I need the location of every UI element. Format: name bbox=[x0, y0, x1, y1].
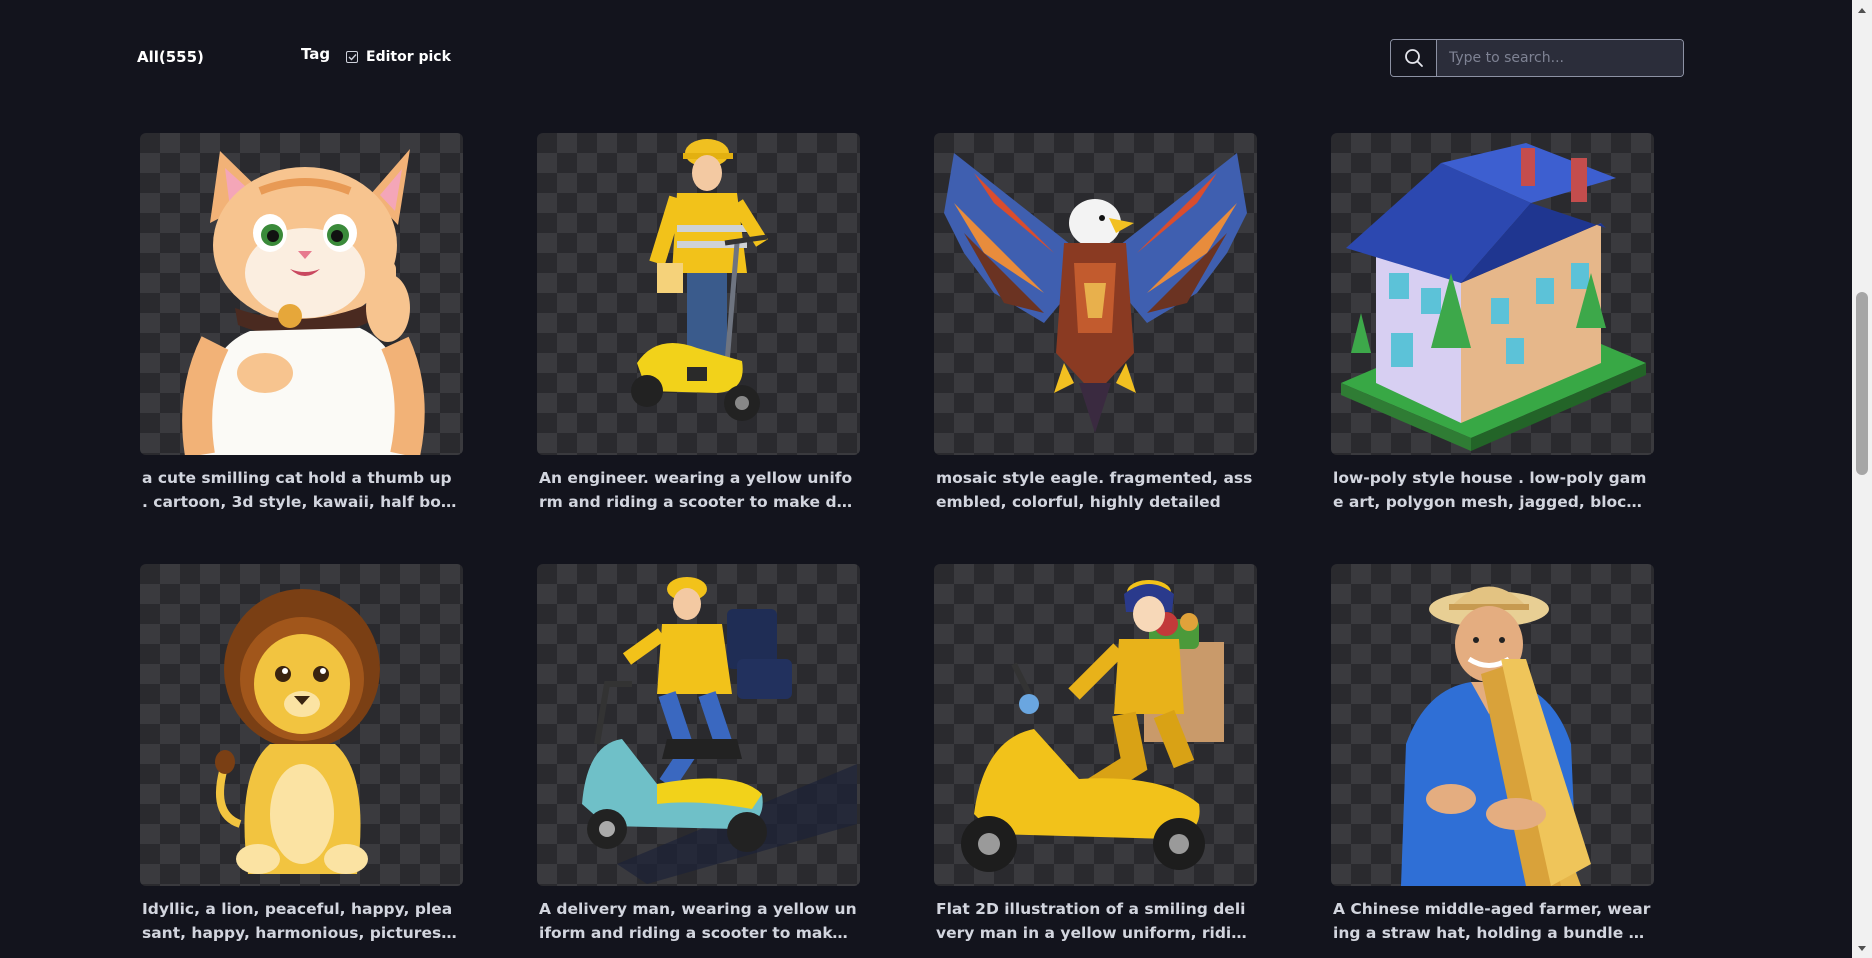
eagle-image[interactable] bbox=[934, 133, 1257, 455]
vertical-scrollbar[interactable] bbox=[1852, 0, 1872, 958]
card-caption: A Chinese middle-aged farmer, wearing a … bbox=[1333, 900, 1651, 942]
flat-delivery-illustration bbox=[961, 580, 1224, 872]
search-box bbox=[1390, 39, 1684, 77]
eagle-illustration bbox=[944, 153, 1247, 433]
image-card[interactable]: a cute smilling cat hold a thumb up . ca… bbox=[140, 133, 463, 514]
checkmark-icon bbox=[348, 54, 357, 61]
search-icon bbox=[1404, 49, 1423, 67]
delivery-scooter-illustration bbox=[582, 577, 857, 884]
card-caption: Idyllic, a lion, peaceful, happy, pleasa… bbox=[142, 900, 453, 942]
image-card[interactable]: Idyllic, a lion, peaceful, happy, pleasa… bbox=[140, 564, 463, 945]
flat-delivery-image[interactable] bbox=[934, 564, 1257, 886]
cat-illustration bbox=[182, 149, 425, 455]
lion-illustration bbox=[215, 589, 380, 874]
image-card[interactable]: low-poly style house . low-poly game art… bbox=[1331, 133, 1654, 514]
image-grid: a cute smilling cat hold a thumb up . ca… bbox=[140, 133, 1670, 945]
scrollbar-thumb[interactable] bbox=[1856, 292, 1868, 475]
image-card[interactable]: A delivery man, wearing a yellow uniform… bbox=[537, 564, 860, 945]
card-caption: A delivery man, wearing a yellow uniform… bbox=[539, 900, 857, 942]
scroll-up-arrow-icon[interactable] bbox=[1852, 2, 1872, 18]
card-caption: mosaic style eagle. fragmented, assemble… bbox=[936, 469, 1253, 511]
delivery-scooter-image[interactable] bbox=[537, 564, 860, 886]
farmer-illustration bbox=[1401, 586, 1591, 886]
search-button[interactable] bbox=[1391, 40, 1437, 76]
scroll-down-arrow-icon[interactable] bbox=[1852, 940, 1872, 956]
image-card[interactable]: An engineer. wearing a yellow uniform an… bbox=[537, 133, 860, 514]
filter-bar: All(555) Tag Editor pick bbox=[0, 38, 1872, 80]
editor-pick-label: Editor pick bbox=[366, 49, 451, 65]
engineer-illustration bbox=[631, 139, 768, 421]
image-card[interactable]: Flat 2D illustration of a smiling delive… bbox=[934, 564, 1257, 945]
house-image[interactable] bbox=[1331, 133, 1654, 455]
editor-pick-toggle[interactable]: Editor pick bbox=[346, 49, 451, 65]
card-caption: a cute smilling cat hold a thumb up . ca… bbox=[142, 469, 452, 511]
search-input[interactable] bbox=[1437, 40, 1683, 76]
image-card[interactable]: mosaic style eagle. fragmented, assemble… bbox=[934, 133, 1257, 514]
tag-label: Tag bbox=[301, 45, 331, 63]
all-filter-tab[interactable]: All(555) bbox=[137, 48, 204, 66]
card-caption: low-poly style house . low-poly game art… bbox=[1333, 469, 1652, 511]
lion-image[interactable] bbox=[140, 564, 463, 886]
editor-pick-checkbox[interactable] bbox=[346, 51, 358, 63]
image-card[interactable]: A Chinese middle-aged farmer, wearing a … bbox=[1331, 564, 1654, 945]
house-illustration bbox=[1341, 143, 1646, 451]
farmer-image[interactable] bbox=[1331, 564, 1654, 886]
card-caption: An engineer. wearing a yellow uniform an… bbox=[539, 469, 858, 511]
cat-image[interactable] bbox=[140, 133, 463, 455]
engineer-image[interactable] bbox=[537, 133, 860, 455]
card-caption: Flat 2D illustration of a smiling delive… bbox=[936, 900, 1254, 942]
gallery-page: All(555) Tag Editor pick Type to search.… bbox=[0, 0, 1872, 958]
